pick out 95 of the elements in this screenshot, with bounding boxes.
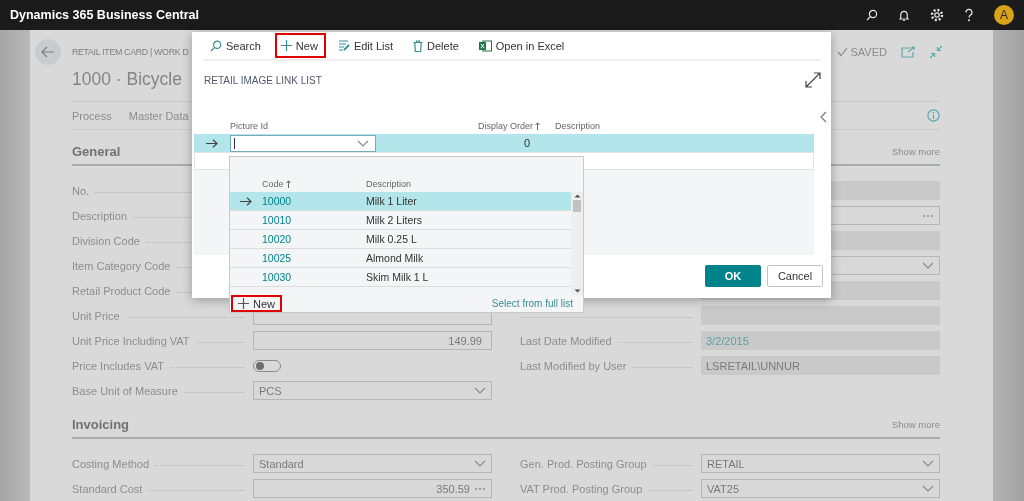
chevron-down-icon[interactable] (922, 262, 934, 269)
help-icon[interactable] (964, 8, 974, 22)
section-title[interactable]: Invoicing (72, 416, 130, 432)
ellipsis-icon[interactable] (922, 213, 934, 218)
settings-icon[interactable] (930, 8, 944, 22)
column-header[interactable]: Display Order (380, 121, 540, 131)
lookup-field[interactable]: 350.59 (253, 479, 492, 498)
field-label: Description (72, 209, 129, 222)
dropdown-field[interactable]: Standard (253, 454, 492, 473)
toolbar-button[interactable]: Delete (407, 33, 467, 58)
sort-up-arrow-icon (285, 179, 291, 188)
ellipsis-icon[interactable] (474, 486, 486, 491)
dropdown-field[interactable]: RETAIL (701, 454, 940, 473)
field-label: Item Category Code (72, 259, 172, 272)
list-row[interactable]: 10010 Milk 2 Liters (230, 211, 572, 231)
code-link[interactable]: 10020 (262, 233, 366, 246)
arrow-right-icon (206, 138, 218, 148)
field-label: Last Modified by User (520, 359, 628, 372)
table-cell-text: Milk 1 Liter (366, 195, 418, 208)
field-label: Standard Cost (72, 482, 144, 495)
number-field[interactable]: 149.99 (253, 331, 492, 350)
search-icon[interactable] (866, 9, 878, 21)
column-header[interactable]: Code (262, 178, 366, 189)
expand-icon[interactable] (805, 72, 821, 88)
code-link[interactable]: 10010 (262, 214, 366, 227)
sort-up-arrow-icon (535, 122, 540, 130)
field-label: Last Date Modified (520, 334, 613, 347)
list-row[interactable]: 10020 Milk 0.25 L (230, 230, 572, 250)
collapse-icon[interactable] (929, 45, 943, 59)
table-cell-text: Milk 0.25 L (366, 233, 418, 246)
edit-list-icon (337, 40, 350, 51)
field-label: No. (72, 184, 91, 197)
field-label: Division Code (72, 234, 141, 247)
section-title[interactable]: General (72, 143, 121, 159)
chevron-down-icon[interactable] (922, 460, 934, 467)
chevron-down-icon (357, 139, 369, 147)
open-new-window-icon[interactable] (901, 46, 915, 58)
field-label: Unit Price (72, 309, 121, 322)
back-button[interactable] (35, 39, 61, 65)
column-header[interactable]: Description (540, 121, 814, 131)
column-header[interactable]: Description (366, 178, 583, 189)
bell-icon[interactable] (898, 8, 910, 22)
select-full-list-link[interactable]: Select from full list (491, 298, 573, 309)
saved-status: SAVED (836, 46, 887, 58)
dropdown-field[interactable]: VAT25 (701, 479, 940, 498)
search-icon (210, 39, 222, 52)
column-header[interactable]: Picture Id (230, 121, 380, 131)
app-title[interactable]: Dynamics 365 Business Central (10, 8, 199, 22)
trash-icon (413, 39, 423, 52)
toolbar-button[interactable]: New (274, 33, 326, 58)
arrow-right-icon (240, 196, 252, 206)
list-row[interactable]: 10000 Milk 1 Liter (230, 192, 572, 212)
table-cell-text: Skim Milk 1 L (366, 271, 430, 284)
user-avatar[interactable]: A (994, 5, 1014, 25)
scrollbar-thumb[interactable] (573, 200, 581, 213)
list-row[interactable]: 10025 Almond Milk (230, 249, 572, 269)
info-icon[interactable] (927, 109, 940, 122)
field-label: Gen. Prod. Posting Group (520, 457, 648, 470)
plus-icon (280, 40, 292, 51)
field-label: Base Unit of Measure (72, 384, 179, 397)
code-link[interactable]: 10000 (262, 195, 366, 208)
table-row[interactable]: 0 (194, 134, 814, 153)
scroll-down-icon (573, 289, 581, 293)
list-row[interactable]: 10030 Skim Milk 1 L (230, 268, 572, 288)
chevron-down-icon[interactable] (474, 460, 486, 467)
toolbar-button[interactable]: Search (204, 33, 269, 58)
spreadsheet-icon (478, 39, 492, 52)
breadcrumb: RETAIL ITEM CARD | WORK D (72, 47, 189, 57)
new-button[interactable]: New (231, 295, 282, 312)
toolbar-button[interactable]: Edit List (331, 33, 401, 58)
table-cell-text: Milk 2 Liters (366, 214, 423, 227)
dropdown-field[interactable]: PCS (253, 381, 492, 400)
table-cell-text: Almond Milk (366, 252, 425, 265)
plus-icon (238, 298, 249, 309)
field-label: Price Includes VAT (72, 359, 165, 372)
field-label: Retail Product Code (72, 284, 172, 297)
field-label: Unit Price Including VAT (72, 334, 191, 347)
toolbar-button[interactable]: Open in Excel (472, 33, 573, 58)
chevron-down-icon[interactable] (922, 485, 934, 492)
code-link[interactable]: 10030 (262, 271, 366, 284)
table-cell-text: 0 (522, 137, 531, 149)
field-label: Costing Method (72, 457, 151, 470)
readonly-field: LSRETAIL\UNNUR (701, 356, 940, 375)
field-label: VAT Prod. Posting Group (520, 482, 644, 495)
dialog-title: RETAIL IMAGE LINK LIST (204, 74, 322, 86)
chevron-left-icon[interactable] (820, 111, 827, 123)
card-title: 1000 · Bicycle (72, 69, 182, 90)
dropdown-field[interactable] (230, 134, 376, 152)
ok-button[interactable]: OK (705, 265, 761, 287)
code-link[interactable]: 10025 (262, 252, 366, 265)
back-arrow-icon (41, 46, 55, 58)
chevron-down-icon[interactable] (474, 387, 486, 394)
scrollbar[interactable] (571, 192, 583, 295)
check-icon (836, 47, 848, 57)
cancel-button[interactable]: Cancel (767, 265, 823, 287)
